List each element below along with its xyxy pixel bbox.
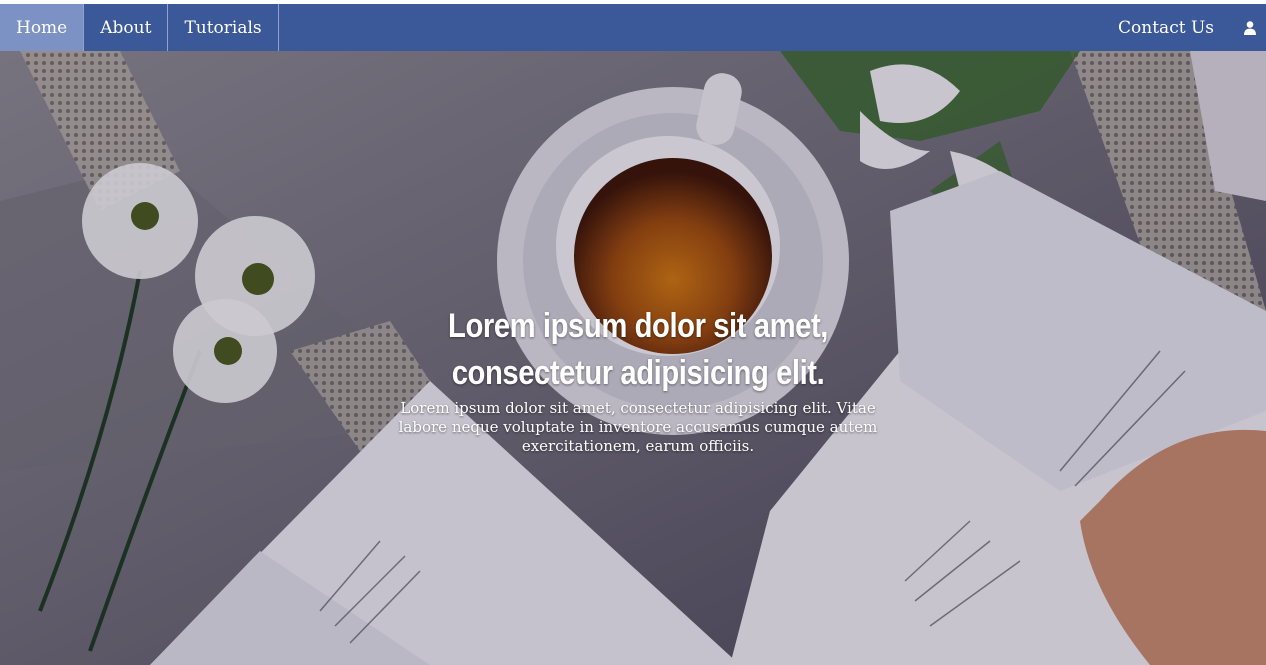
hero-text: Lorem ipsum dolor sit amet, consectetur …	[383, 303, 893, 456]
top-navbar: Home About Tutorials Contact Us	[0, 4, 1266, 51]
nav-home-link[interactable]: Home	[0, 4, 85, 51]
user-icon	[1244, 20, 1256, 35]
hero-subtitle: Lorem ipsum dolor sit amet, consectetur …	[398, 399, 878, 455]
nav-tutorials-link[interactable]: Tutorials	[168, 4, 279, 51]
nav-contact-link[interactable]: Contact Us	[1102, 4, 1234, 51]
nav-links: Home About Tutorials	[0, 4, 279, 51]
hero-section: Lorem ipsum dolor sit amet, consectetur …	[0, 51, 1266, 665]
nav-about-link[interactable]: About	[84, 4, 169, 51]
nav-right: Contact Us	[1102, 4, 1266, 51]
user-button[interactable]	[1234, 4, 1266, 51]
hero-title: Lorem ipsum dolor sit amet, consectetur …	[448, 307, 828, 392]
